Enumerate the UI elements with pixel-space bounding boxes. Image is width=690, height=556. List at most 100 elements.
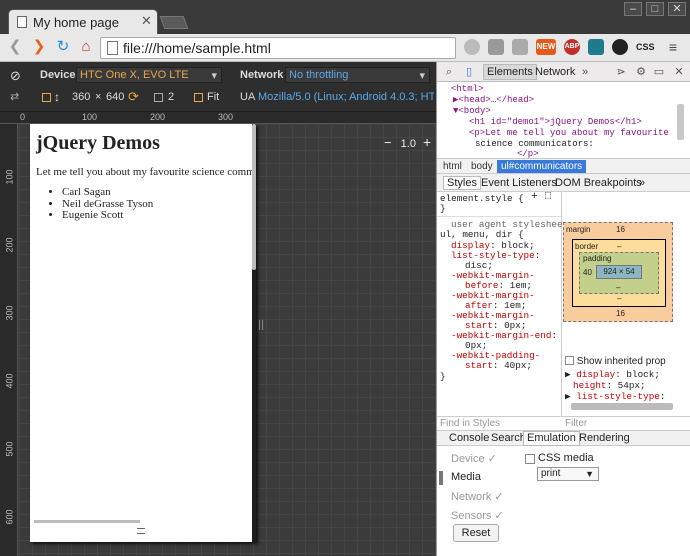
extension-icon[interactable]: [512, 39, 528, 55]
css-media-select[interactable]: print ▼: [537, 467, 599, 481]
horizontal-scrollbar[interactable]: [34, 520, 140, 523]
tab-search[interactable]: Search: [491, 432, 526, 444]
crumb-body[interactable]: body: [467, 160, 497, 173]
page-paragraph: Let me tell you about my favourite scien…: [36, 166, 254, 178]
ruler-label: 200: [150, 112, 166, 122]
tab-elements[interactable]: Elements: [483, 64, 537, 80]
emulation-network[interactable]: Network ✓: [451, 490, 504, 503]
resize-handle-bottom[interactable]: [137, 528, 145, 534]
css-media-checkbox[interactable]: [525, 454, 535, 464]
console-drawer-icon[interactable]: ⋗: [613, 64, 629, 80]
selected-indicator: [439, 471, 443, 485]
margin-top[interactable]: 16: [616, 225, 625, 234]
dom-node[interactable]: <h1 id="demo1">jQuery Demos</h1>: [469, 117, 642, 128]
rule-padding-start-value: start: 40px;: [465, 360, 532, 371]
ruler-label: 200: [4, 237, 15, 253]
vertical-scrollbar[interactable]: [252, 124, 256, 270]
ua-field[interactable]: Mozilla/5.0 (Linux; Android 4.0.3; HTC .…: [258, 91, 434, 103]
element-style-selector[interactable]: element.style {: [440, 194, 524, 204]
computed-height[interactable]: height: 54px;: [573, 380, 646, 391]
computed-list-style-type[interactable]: ▶ list-style-type:: [565, 391, 665, 402]
crumb-html[interactable]: html: [439, 160, 466, 173]
adblock-icon[interactable]: ABP: [564, 39, 580, 55]
margin-bottom[interactable]: 16: [616, 309, 625, 318]
new-tab-button[interactable]: [159, 16, 189, 29]
swap-dimensions-icon[interactable]: ⟳: [128, 89, 139, 105]
dom-scrollbar[interactable]: [677, 104, 684, 140]
show-inherited-checkbox[interactable]: [565, 356, 574, 365]
more-sidebar-tabs-icon[interactable]: »: [639, 177, 645, 189]
find-row: Find in Styles Filter: [437, 416, 690, 430]
tab-dom-breakpoints[interactable]: DOM Breakpoints: [555, 177, 642, 189]
reset-button[interactable]: Reset: [453, 524, 499, 542]
device-mode-icon[interactable]: ▯: [461, 64, 477, 80]
dom-node[interactable]: ▼<body>: [453, 106, 491, 117]
fit-checkbox[interactable]: [194, 93, 203, 102]
address-bar[interactable]: file:///home/sample.html: [100, 37, 456, 59]
filter-input[interactable]: Filter: [565, 418, 587, 429]
gear-icon[interactable]: ⚙: [633, 64, 649, 80]
tab-console[interactable]: Console: [449, 432, 489, 444]
border-value[interactable]: –: [617, 242, 621, 251]
device-select[interactable]: HTC One X, EVO LTE ▾: [76, 67, 222, 83]
dom-node[interactable]: ▶<head>…</head>: [453, 95, 534, 106]
padding-left[interactable]: 40: [583, 268, 592, 277]
dpr-field[interactable]: 2: [168, 91, 174, 103]
minimize-button[interactable]: –: [624, 2, 642, 16]
network-select[interactable]: No throttling ▾: [285, 67, 430, 83]
tab-styles[interactable]: Styles: [443, 176, 481, 190]
emulated-viewport[interactable]: jQuery Demos Let me tell you about my fa…: [30, 124, 256, 542]
show-inherited-row[interactable]: Show inherited prop: [565, 356, 666, 367]
box-content[interactable]: 924 × 54: [596, 265, 642, 279]
home-icon[interactable]: ⌂: [77, 38, 95, 56]
tab-emulation[interactable]: Emulation: [523, 431, 580, 446]
css-icon[interactable]: CSS: [636, 39, 655, 55]
close-tab-icon[interactable]: ✕: [141, 13, 152, 29]
reload-icon[interactable]: ↻: [54, 38, 72, 56]
browser-tab[interactable]: My home page ✕: [8, 9, 158, 35]
record-icon[interactable]: [612, 39, 628, 55]
rule-selector[interactable]: ul, menu, dir {: [440, 230, 524, 240]
back-icon[interactable]: ❮: [6, 38, 24, 56]
translate-icon[interactable]: [488, 39, 504, 55]
maximize-button[interactable]: □: [646, 2, 664, 16]
computed-scrollbar[interactable]: [571, 403, 673, 410]
resolution-checkbox[interactable]: [42, 93, 51, 102]
emulation-sensors[interactable]: Sensors ✓: [451, 509, 504, 522]
tab-network[interactable]: Network: [535, 66, 575, 78]
menu-icon[interactable]: ≡: [664, 38, 682, 56]
add-rule-icon[interactable]: +: [531, 192, 538, 203]
screen-settings-icon[interactable]: ⇄: [10, 90, 19, 103]
tab-event-listeners[interactable]: Event Listeners: [481, 177, 557, 189]
ruler-label: 500: [4, 441, 15, 457]
dom-node[interactable]: <p>Let me tell you about my favourite: [469, 128, 669, 139]
border-value[interactable]: –: [617, 294, 621, 303]
height-field[interactable]: 640: [106, 91, 124, 103]
padding-value[interactable]: –: [616, 283, 620, 292]
zoom-out-button[interactable]: −: [384, 135, 392, 150]
dom-node[interactable]: <html>: [451, 84, 483, 95]
find-in-styles-input[interactable]: Find in Styles: [440, 418, 500, 429]
more-tabs-icon[interactable]: »: [577, 64, 593, 80]
width-field[interactable]: 360: [72, 91, 90, 103]
close-window-button[interactable]: ✕: [668, 2, 686, 16]
emulation-media[interactable]: Media: [451, 471, 481, 483]
no-emulation-icon[interactable]: ⊘: [10, 68, 21, 84]
ruler-label: 100: [4, 169, 15, 185]
times-sign: ×: [95, 91, 102, 103]
forward-icon[interactable]: ❯: [30, 38, 48, 56]
pocket-icon[interactable]: [588, 39, 604, 55]
new-badge-icon[interactable]: NEW: [536, 39, 556, 55]
dock-icon[interactable]: ▭: [651, 64, 667, 80]
zoom-in-button[interactable]: +: [423, 134, 431, 150]
close-icon[interactable]: ✕: [671, 64, 687, 80]
resize-handle-right[interactable]: [259, 320, 263, 330]
search-icon[interactable]: [464, 39, 480, 55]
inspect-icon[interactable]: ⌕: [441, 64, 457, 80]
tab-strip: My home page ✕ – □ ✕: [0, 0, 690, 35]
emulation-device[interactable]: Device ✓: [451, 452, 497, 465]
crumb-ul[interactable]: ul#communicators: [497, 160, 587, 173]
tab-rendering[interactable]: Rendering: [579, 432, 630, 444]
toggle-state-icon[interactable]: ⬚: [545, 192, 551, 202]
computed-display[interactable]: ▶ display: block;: [565, 369, 660, 380]
